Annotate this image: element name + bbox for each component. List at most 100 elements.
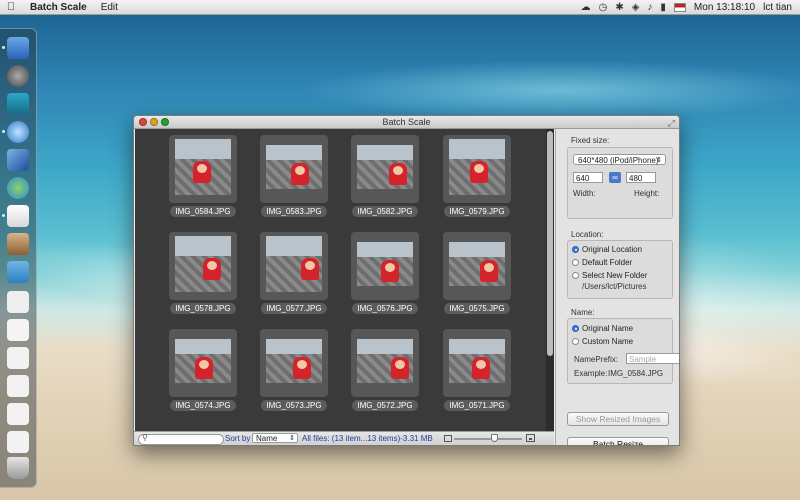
search-field[interactable]: ⚲: [138, 433, 224, 445]
volume-icon[interactable]: ♪: [647, 2, 652, 13]
fullscreen-icon[interactable]: ⤢: [668, 117, 675, 129]
image-thumbnail[interactable]: [260, 329, 328, 397]
bluetooth-icon[interactable]: ✱: [615, 2, 623, 13]
radio-custom-name[interactable]: Custom Name: [572, 337, 633, 346]
slider-track[interactable]: [454, 438, 522, 440]
finder-icon[interactable]: [7, 37, 29, 59]
image-thumbnail[interactable]: [443, 135, 511, 203]
cloud-icon[interactable]: ☁: [581, 2, 591, 13]
image-caption[interactable]: IMG_0579.JPG: [443, 203, 511, 217]
size-preset-dropdown[interactable]: 640*480 (iPod/iPhone) ⇕: [573, 154, 666, 165]
document-icon[interactable]: [7, 319, 29, 341]
launchpad-icon[interactable]: [7, 65, 29, 87]
slider-knob[interactable]: [491, 434, 499, 442]
image-caption[interactable]: IMG_0577.JPG: [260, 300, 328, 314]
window-title: Batch Scale: [382, 117, 431, 127]
batch-resize-button[interactable]: Batch Resize: [567, 437, 669, 445]
document-icon[interactable]: [7, 403, 29, 425]
dock: [0, 28, 37, 488]
user-name[interactable]: lct tian: [763, 2, 792, 13]
close-button[interactable]: [139, 118, 147, 126]
image-thumbnail[interactable]: [443, 232, 511, 300]
image-thumbnail[interactable]: [351, 329, 419, 397]
radio-label: Custom Name: [582, 337, 634, 346]
minimize-button[interactable]: [150, 118, 158, 126]
image-caption[interactable]: IMG_0582.JPG: [351, 203, 419, 217]
chevron-updown-icon: ⇕: [289, 435, 295, 442]
width-field[interactable]: 640: [573, 172, 603, 183]
document-icon[interactable]: [7, 291, 29, 313]
dashboard-icon[interactable]: [7, 93, 29, 115]
title-bar[interactable]: Batch Scale ⤢: [134, 116, 679, 129]
name-prefix-label: NamePrefix:: [574, 355, 619, 364]
image-grid[interactable]: IMG_0584.JPG IMG_0583.JPG IMG_0582.JPG I…: [135, 129, 546, 431]
image-filename: IMG_0571.JPG: [444, 400, 510, 411]
image-caption[interactable]: IMG_0583.JPG: [260, 203, 328, 217]
photo-icon[interactable]: [7, 233, 29, 255]
wifi-icon[interactable]: ◈: [632, 2, 640, 13]
radio-button[interactable]: [572, 259, 579, 266]
image-caption[interactable]: IMG_0575.JPG: [443, 300, 511, 314]
location-label: Location:: [571, 230, 604, 239]
folder-icon[interactable]: [7, 261, 29, 283]
chevron-updown-icon: ⇕: [656, 157, 662, 164]
radio-button[interactable]: [572, 272, 579, 279]
image-caption[interactable]: IMG_0576.JPG: [351, 300, 419, 314]
vertical-scrollbar[interactable]: [546, 129, 554, 431]
time-machine-icon[interactable]: ◷: [599, 2, 608, 13]
zoom-button[interactable]: [161, 118, 169, 126]
document-icon[interactable]: [7, 375, 29, 397]
large-image-icon[interactable]: [526, 434, 535, 442]
image-thumbnail[interactable]: [169, 232, 237, 300]
image-caption[interactable]: IMG_0572.JPG: [351, 397, 419, 411]
radio-original-name[interactable]: Original Name: [572, 324, 633, 333]
image-thumbnail[interactable]: [351, 135, 419, 203]
radio-select-new-folder[interactable]: Select New Folder: [572, 271, 647, 280]
edit-menu[interactable]: Edit: [101, 2, 118, 13]
image-thumbnail[interactable]: [169, 135, 237, 203]
apple-icon[interactable]: : [0, 1, 22, 13]
clock[interactable]: Mon 13:18:10: [694, 2, 755, 13]
radio-button[interactable]: [572, 338, 579, 345]
sort-dropdown[interactable]: Name ⇕: [252, 433, 298, 443]
running-indicator: [2, 214, 5, 217]
fixed-size-group: 640*480 (iPod/iPhone) ⇕ 640 ∞ 480 Width:…: [567, 147, 673, 219]
scrollbar-thumb[interactable]: [547, 131, 553, 356]
image-thumbnail[interactable]: [351, 232, 419, 300]
image-filename: IMG_0578.JPG: [170, 303, 236, 314]
image-thumbnail[interactable]: [260, 135, 328, 203]
xcode-icon[interactable]: [7, 149, 29, 171]
radio-button[interactable]: [572, 246, 579, 253]
app-menu[interactable]: Batch Scale: [30, 2, 87, 13]
textedit-icon[interactable]: [7, 205, 29, 227]
image-thumbnail[interactable]: [169, 329, 237, 397]
show-resized-images-button[interactable]: Show Resized Images: [567, 412, 669, 426]
document-icon[interactable]: [7, 347, 29, 369]
image-thumbnail[interactable]: [260, 232, 328, 300]
image-caption[interactable]: IMG_0578.JPG: [169, 300, 237, 314]
messenger-icon[interactable]: [7, 177, 29, 199]
height-field[interactable]: 480: [626, 172, 656, 183]
image-thumbnail[interactable]: [443, 329, 511, 397]
radio-original-location[interactable]: Original Location: [572, 245, 642, 254]
radio-button[interactable]: [572, 325, 579, 332]
image-caption[interactable]: IMG_0584.JPG: [169, 203, 237, 217]
image-filename: IMG_0582.JPG: [352, 206, 418, 217]
image-caption[interactable]: IMG_0573.JPG: [260, 397, 328, 411]
flag-icon[interactable]: [673, 2, 686, 12]
battery-icon[interactable]: ▮: [660, 2, 666, 13]
radio-default-folder[interactable]: Default Folder: [572, 258, 632, 267]
safari-icon[interactable]: [7, 121, 29, 143]
image-filename: IMG_0576.JPG: [352, 303, 418, 314]
name-prefix-field[interactable]: Sample: [626, 353, 679, 364]
document-icon[interactable]: [7, 431, 29, 453]
location-group: Original Location Default Folder Select …: [567, 240, 673, 299]
trash-icon[interactable]: [7, 457, 29, 479]
size-preset-value: 640*480 (iPod/iPhone): [578, 156, 659, 165]
link-aspect-icon[interactable]: ∞: [609, 172, 621, 183]
image-caption[interactable]: IMG_0571.JPG: [443, 397, 511, 411]
thumbnail-size-slider[interactable]: [444, 434, 535, 443]
image-caption[interactable]: IMG_0574.JPG: [169, 397, 237, 411]
small-image-icon: [444, 435, 452, 442]
height-label: Height:: [634, 189, 660, 198]
